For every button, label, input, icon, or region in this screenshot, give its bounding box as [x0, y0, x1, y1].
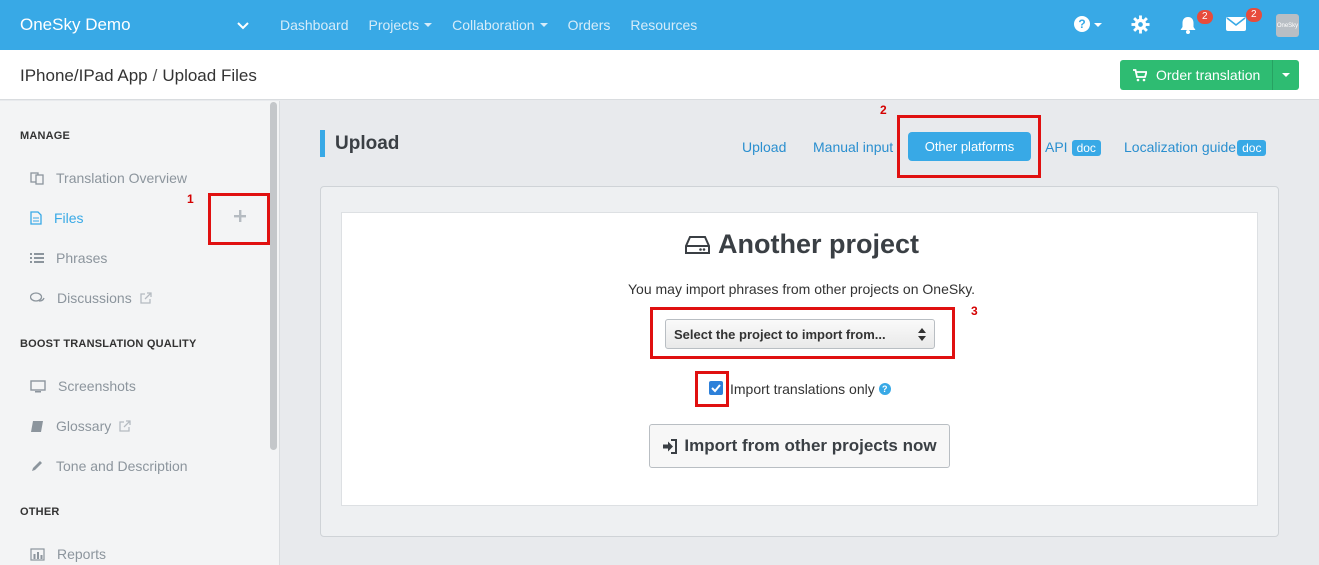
guide-doc-badge[interactable]: doc: [1237, 140, 1267, 156]
list-icon: [30, 253, 44, 263]
sidebar-item-files[interactable]: Files: [30, 210, 84, 226]
sidebar-heading-manage: MANAGE: [20, 130, 71, 142]
notifications-badge: 2: [1197, 10, 1213, 24]
tab-upload[interactable]: Upload: [742, 139, 786, 155]
messages-button[interactable]: 2: [1226, 8, 1262, 37]
avatar[interactable]: OneSky: [1276, 14, 1299, 37]
caret-down-icon: [1282, 73, 1290, 77]
tab-manual-input[interactable]: Manual input: [813, 139, 893, 155]
top-navbar: OneSky Demo Dashboard Projects Collabora…: [0, 0, 1319, 50]
order-translation-main[interactable]: Order translation: [1120, 60, 1273, 90]
panel-title: Another project: [685, 229, 919, 260]
help-menu[interactable]: ?: [1073, 13, 1105, 40]
nav-orders[interactable]: Orders: [568, 17, 611, 33]
api-doc-badge[interactable]: doc: [1071, 140, 1101, 156]
annotation-number-1: 1: [187, 192, 194, 206]
gear-icon: [1131, 15, 1150, 34]
bell-icon: [1180, 17, 1196, 34]
nav-collaboration[interactable]: Collaboration: [452, 17, 548, 33]
translate-icon: [30, 172, 44, 185]
annotation-box-4: [695, 371, 729, 407]
comments-icon: [30, 291, 45, 302]
file-icon: [30, 211, 42, 225]
annotation-number-3: 3: [971, 304, 978, 318]
sidebar-item-discussions[interactable]: Discussions: [30, 290, 164, 306]
bar-chart-icon: [30, 547, 45, 561]
sidebar-heading-other: OTHER: [20, 506, 60, 518]
hard-drive-icon: [685, 235, 710, 254]
annotation-box-1: [208, 193, 270, 245]
sign-in-icon: [663, 438, 678, 454]
sidebar-item-reports[interactable]: Reports: [30, 546, 106, 562]
breadcrumb: IPhone/IPad App / Upload Files: [20, 66, 257, 86]
cart-icon: [1133, 68, 1147, 81]
chevron-down-icon[interactable]: [234, 16, 252, 34]
sidebar-item-tone[interactable]: Tone and Description: [30, 458, 188, 474]
help-icon: ?: [1074, 16, 1102, 32]
sidebar-item-screenshots[interactable]: Screenshots: [30, 378, 136, 394]
nav-resources[interactable]: Resources: [630, 17, 697, 33]
page-header: IPhone/IPad App / Upload Files Order trans…: [0, 50, 1319, 100]
panel-description: You may import phrases from other projec…: [628, 281, 976, 297]
sidebar-item-phrases[interactable]: Phrases: [30, 250, 107, 266]
breadcrumb-separator: /: [152, 66, 158, 85]
notifications-button[interactable]: 2: [1178, 10, 1213, 40]
sidebar-item-glossary[interactable]: Glossary: [30, 418, 143, 434]
envelope-icon: [1226, 17, 1246, 31]
annotation-box-2: [897, 115, 1041, 178]
order-translation-dropdown[interactable]: [1273, 73, 1299, 77]
main-nav: Dashboard Projects Collaboration Orders …: [280, 0, 717, 50]
external-link-icon: [140, 292, 152, 304]
order-translation-button[interactable]: Order translation: [1120, 60, 1299, 90]
sidebar-heading-boost: BOOST TRANSLATION QUALITY: [20, 338, 197, 350]
settings-button[interactable]: [1131, 15, 1150, 39]
breadcrumb-project[interactable]: IPhone/IPad App: [20, 66, 148, 85]
help-circle-icon[interactable]: ?: [878, 383, 891, 395]
nav-projects[interactable]: Projects: [369, 17, 433, 33]
svg-text:?: ?: [1078, 17, 1085, 31]
caret-down-icon: [424, 23, 433, 27]
sidebar-scrollbar[interactable]: [270, 102, 277, 450]
section-title: Upload: [320, 130, 399, 157]
pencil-icon: [32, 461, 42, 471]
annotation-number-2: 2: [880, 103, 887, 117]
nav-dashboard[interactable]: Dashboard: [280, 17, 349, 33]
monitor-icon: [30, 379, 46, 392]
tab-api[interactable]: API doc: [1045, 139, 1101, 156]
annotation-box-3: [650, 307, 955, 359]
breadcrumb-page: Upload Files: [162, 66, 257, 85]
sidebar-item-translation-overview[interactable]: Translation Overview: [30, 170, 187, 186]
tab-localization-guide[interactable]: Localization guide doc: [1124, 139, 1267, 156]
caret-down-icon: [539, 23, 548, 27]
book-icon: [31, 420, 43, 432]
external-link-icon: [119, 420, 131, 432]
messages-badge: 2: [1246, 8, 1262, 22]
brand-name[interactable]: OneSky Demo: [20, 15, 131, 35]
import-button[interactable]: Import from other projects now: [649, 424, 950, 468]
import-translations-label: Import translations only ?: [730, 381, 891, 397]
